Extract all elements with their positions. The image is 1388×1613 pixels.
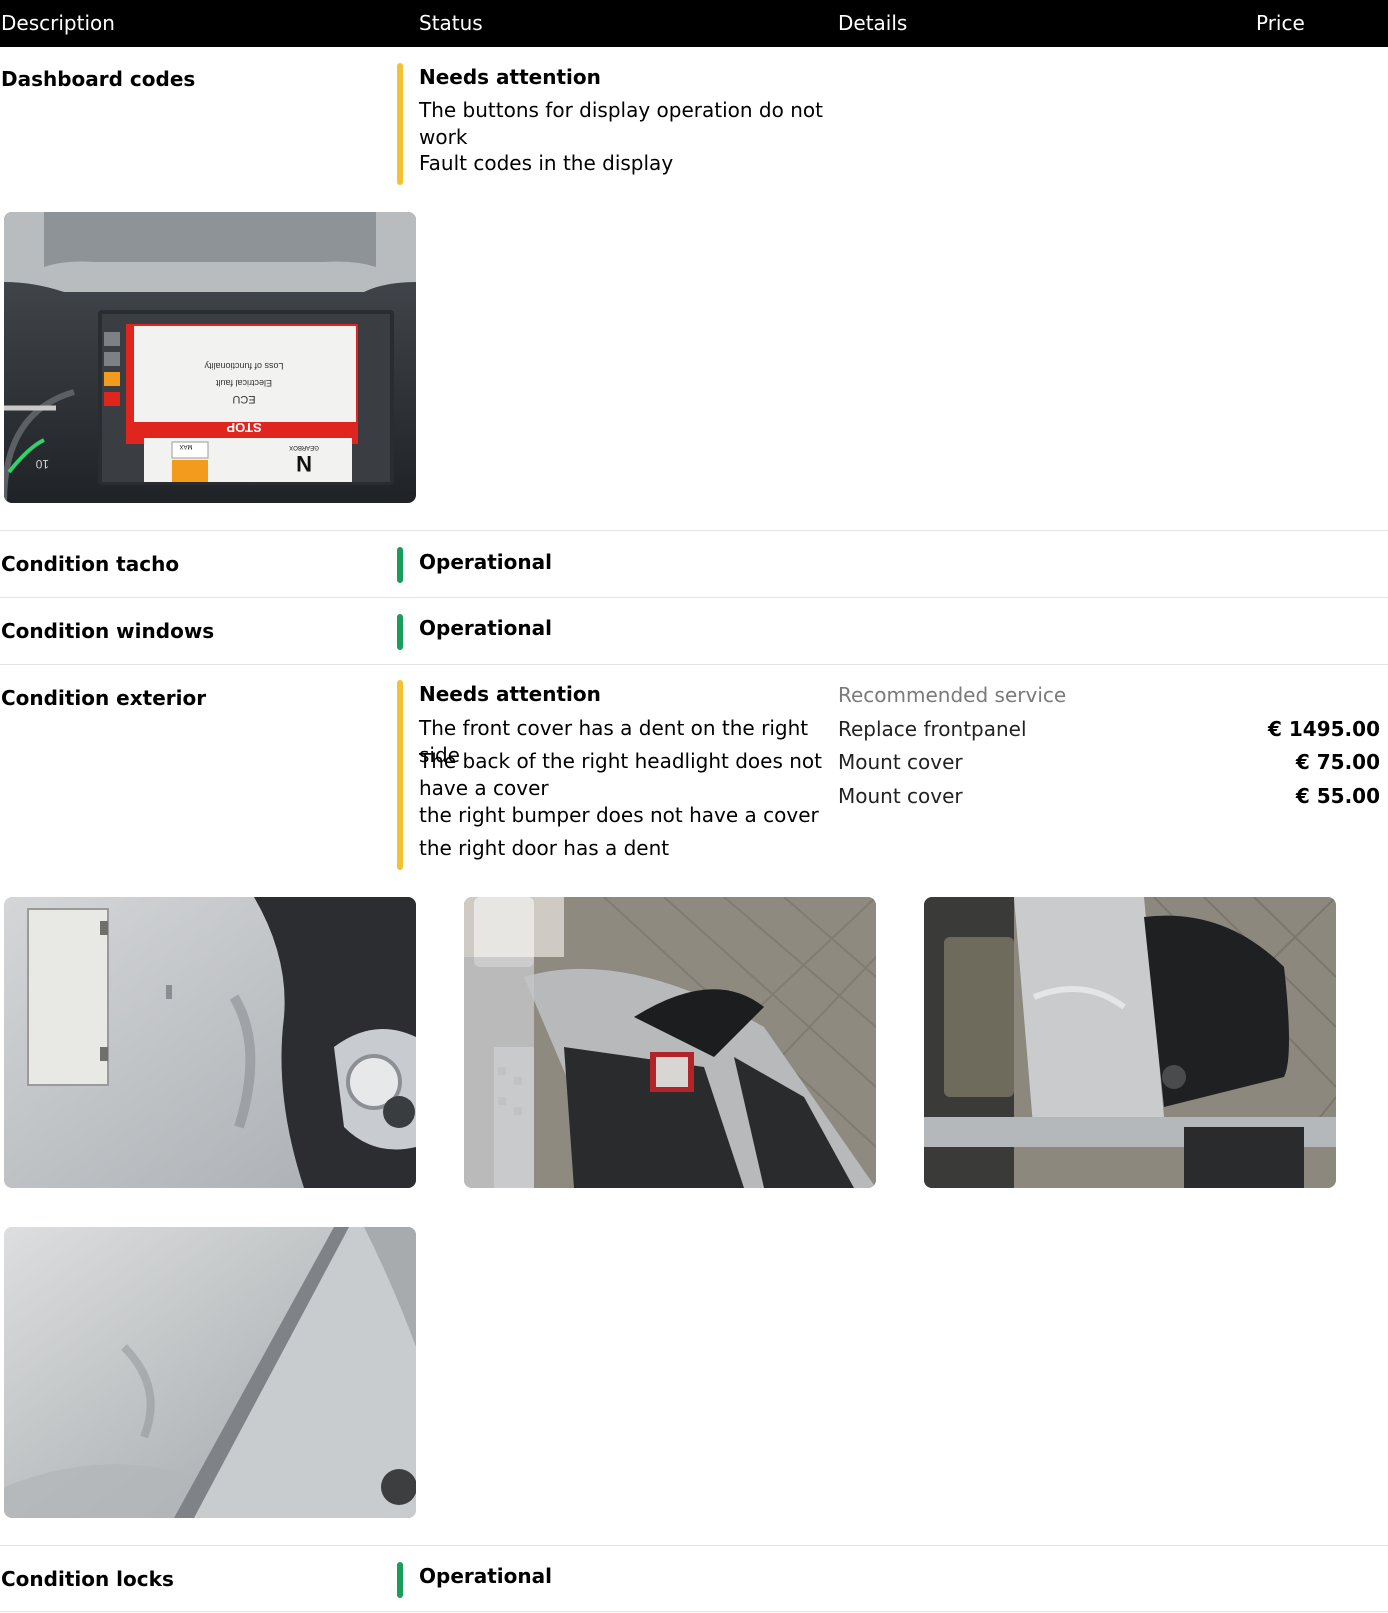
photo-bumper-cover[interactable] [924,897,1336,1188]
status-indicator-ok [397,547,403,583]
status-label: Needs attention [419,65,601,89]
photo-max-text: MAX [179,443,192,449]
status-indicator-ok [397,614,403,650]
row-divider [0,1611,1388,1612]
status-label: Needs attention [419,682,601,706]
description-line: The back of the right headlight does not… [419,749,822,800]
header-status: Status [419,11,483,35]
row-title: Condition windows [1,619,215,643]
photo-fault-text: Electrical fault [215,378,272,388]
service-item: Mount cover [838,750,963,774]
status-indicator-warning [397,63,403,185]
service-price: € 55.00 [1295,784,1380,808]
row-title: Dashboard codes [1,67,196,91]
photo-ecu-text: ECU [232,393,255,405]
photo-gauge-text: 10 [35,457,49,471]
service-price: € 75.00 [1295,750,1380,774]
service-item: Mount cover [838,784,963,808]
row-title: Condition locks [1,1567,174,1591]
service-item: Replace frontpanel [838,717,1027,741]
row-title: Condition exterior [1,686,207,710]
status-label: Operational [419,1564,552,1588]
header-description: Description [1,11,115,35]
photo-door-dent[interactable] [4,1227,416,1518]
header-details: Details [838,11,908,35]
row-divider [0,664,1388,665]
details-heading: Recommended service [838,683,1067,707]
row-divider [0,597,1388,598]
photo-headlight-cover[interactable] [464,897,876,1188]
photo-front-cover-dent[interactable] [4,897,416,1188]
status-indicator-warning [397,680,403,870]
table-header: Description Status Details Price [0,0,1388,47]
description-line: the right bumper does not have a cover [419,803,819,827]
description-line: Fault codes in the display [419,151,674,175]
row-divider [0,1545,1388,1546]
description-line: The buttons for display operation do not… [419,98,823,149]
photo-gear-text: N [296,451,312,476]
header-price: Price [1256,11,1305,35]
status-indicator-ok [397,1562,403,1598]
photo-dashboard-display[interactable]: STOP ECU Electrical fault Loss of functi… [4,212,416,503]
row-title: Condition tacho [1,552,180,576]
photo-stop-text: STOP [226,420,261,435]
photo-fault-text: Loss of functionality [204,361,284,371]
description-line: the right door has a dent [419,836,670,860]
status-label: Operational [419,550,552,574]
photo-gearbox-text: GEARBOX [289,444,319,450]
row-divider [0,530,1388,531]
status-label: Operational [419,616,552,640]
service-price: € 1495.00 [1268,717,1380,741]
